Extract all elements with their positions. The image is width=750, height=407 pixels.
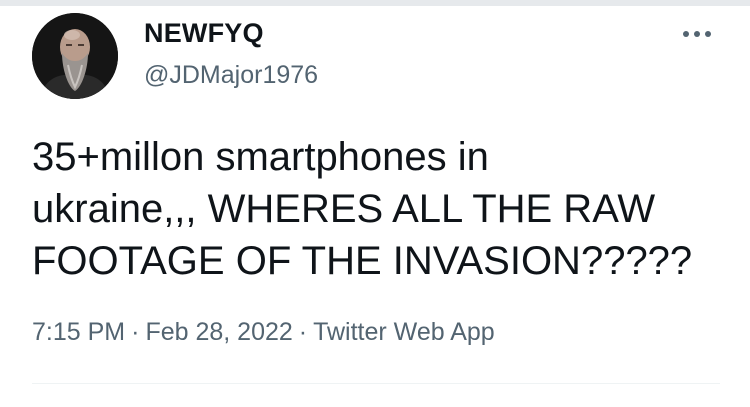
tweet-time[interactable]: 7:15 PM xyxy=(32,318,125,346)
meta-separator: · xyxy=(131,318,140,346)
top-divider xyxy=(0,0,750,6)
author-handle[interactable]: @JDMajor1976 xyxy=(144,60,318,90)
avatar[interactable] xyxy=(32,13,118,99)
tweet-text: 35+millon smartphones in ukraine,,, WHER… xyxy=(32,131,722,287)
more-options-button[interactable] xyxy=(676,20,718,48)
more-horizontal-icon xyxy=(683,31,711,37)
tweet-text-line: ukraine,,, WHERES ALL THE RAW xyxy=(32,187,656,231)
tweet-metadata: 7:15 PM · Feb 28, 2022 · Twitter Web App xyxy=(32,316,495,348)
avatar-image xyxy=(32,13,118,99)
bottom-divider xyxy=(32,383,720,384)
meta-separator: · xyxy=(298,318,308,346)
tweet-text-line: FOOTAGE OF THE INVASION????? xyxy=(32,239,693,283)
tweet-date[interactable]: Feb 28, 2022 xyxy=(145,318,292,346)
tweet-card: NEWFYQ @JDMajor1976 35+millon smartphone… xyxy=(0,0,750,407)
tweet-source[interactable]: Twitter Web App xyxy=(313,318,495,346)
tweet-text-line: 35+millon smartphones in xyxy=(32,135,489,179)
author-display-name[interactable]: NEWFYQ xyxy=(144,17,264,49)
